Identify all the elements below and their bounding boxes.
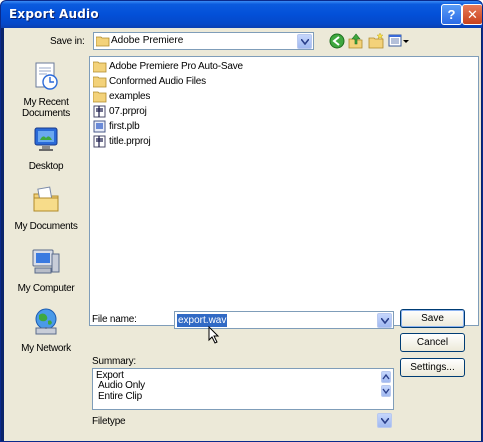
view-menu-icon[interactable] [388, 33, 410, 49]
place-recent-documents[interactable]: My Recent Documents [8, 60, 84, 119]
save-in-label: Save in: [50, 36, 85, 47]
save-in-value: Adobe Premiere [111, 35, 184, 46]
place-label: My Recent Documents [22, 97, 70, 119]
new-folder-icon[interactable] [368, 33, 384, 49]
place-my-documents[interactable]: My Documents [8, 184, 84, 232]
file-name-input[interactable]: export.wav [174, 311, 394, 329]
mouse-cursor-icon [208, 326, 220, 344]
scroll-down-button[interactable] [381, 385, 391, 397]
place-label: My Computer [17, 283, 75, 294]
place-label: Desktop [28, 161, 64, 172]
chevron-down-icon[interactable] [377, 413, 392, 428]
window-title: Export Audio [9, 7, 99, 21]
export-audio-dialog: Export Audio ? ✕ Save in: Adobe Premiere [0, 0, 483, 442]
bin-file-icon [93, 120, 106, 133]
chevron-down-icon[interactable] [297, 34, 312, 49]
desktop-icon [34, 127, 58, 151]
place-label: My Network [21, 343, 71, 354]
save-in-dropdown[interactable]: Adobe Premiere [93, 32, 314, 50]
folder-icon [93, 61, 107, 73]
file-name: examples [109, 91, 151, 102]
place-my-network[interactable]: My Network [8, 306, 84, 354]
summary-box: Export Audio Only Entire Clip [92, 368, 394, 410]
summary-line: Audio Only [98, 380, 145, 391]
my-network-icon [35, 308, 57, 335]
title-bar[interactable]: Export Audio ? ✕ [1, 1, 482, 28]
file-name: Conformed Audio Files [109, 76, 206, 87]
file-type-label: Filetype [92, 416, 126, 427]
file-name: title.prproj [109, 136, 151, 147]
my-computer-icon [32, 249, 60, 274]
my-documents-icon [33, 186, 59, 212]
file-name-label: File name: [92, 314, 137, 325]
premiere-project-icon [93, 135, 106, 148]
close-button[interactable]: ✕ [462, 4, 482, 25]
place-desktop[interactable]: Desktop [8, 124, 84, 172]
premiere-project-icon [93, 105, 106, 118]
file-name: Adobe Premiere Pro Auto-Save [109, 61, 243, 72]
back-icon[interactable] [329, 33, 345, 49]
summary-label: Summary: [92, 356, 136, 367]
place-my-computer[interactable]: My Computer [8, 246, 84, 294]
recent-documents-icon [35, 62, 58, 90]
settings-button[interactable]: Settings... [400, 358, 465, 377]
place-label: My Documents [14, 221, 78, 232]
folder-icon [96, 36, 110, 47]
file-name: 07.prproj [109, 106, 147, 117]
folder-icon [93, 91, 107, 103]
summary-line: Entire Clip [98, 391, 142, 402]
file-list[interactable]: Adobe Premiere Pro Auto-Save Conformed A… [89, 56, 479, 326]
cancel-button[interactable]: Cancel [400, 333, 465, 352]
help-button[interactable]: ? [441, 4, 462, 25]
scroll-up-button[interactable] [381, 371, 391, 383]
folder-icon [93, 76, 107, 88]
up-folder-icon[interactable] [348, 33, 364, 49]
dialog-body: Save in: Adobe Premiere My Recent Docume… [4, 28, 481, 441]
chevron-down-icon[interactable] [377, 313, 392, 328]
save-button[interactable]: Save [400, 309, 465, 328]
places-bar: My Recent Documents Desktop My Documents… [8, 56, 84, 386]
file-name: first.plb [109, 121, 140, 132]
